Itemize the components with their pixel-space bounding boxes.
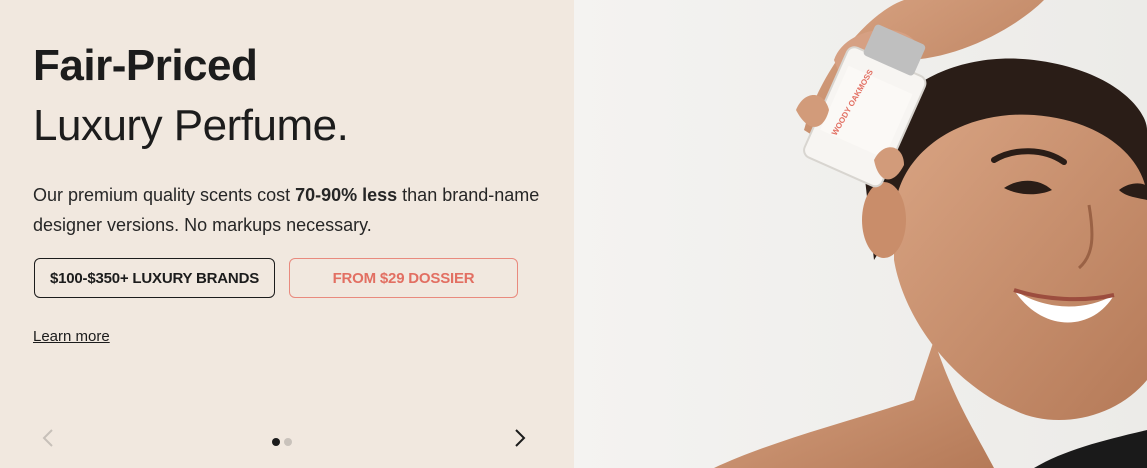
hero-banner: Fair-Priced Luxury Perfume. Our premium … [0, 0, 1147, 468]
hero-title-bold: Fair-Priced [33, 41, 258, 90]
hero-title-light: Luxury Perfume. [33, 101, 349, 150]
carousel-prev-button[interactable] [34, 424, 62, 452]
dossier-button[interactable]: FROM $29 DOSSIER [289, 258, 518, 298]
carousel-dots [272, 438, 292, 446]
model-with-perfume-image: WOODY OAKMOSS [574, 0, 1147, 468]
hero-photo: WOODY OAKMOSS [574, 0, 1147, 468]
chevron-left-icon [42, 429, 53, 447]
carousel-dot-1[interactable] [272, 438, 280, 446]
carousel-dot-2[interactable] [284, 438, 292, 446]
carousel-next-button[interactable] [506, 424, 534, 452]
learn-more-link[interactable]: Learn more [33, 328, 110, 345]
desc-highlight: 70-90% less [295, 185, 398, 205]
luxury-brands-button[interactable]: $100-$350+ LUXURY BRANDS [34, 258, 275, 298]
hero-text-panel: Fair-Priced Luxury Perfume. Our premium … [0, 0, 574, 468]
chevron-right-icon [515, 429, 526, 447]
desc-prefix: Our premium quality scents cost [33, 185, 296, 205]
hero-description: Our premium quality scents cost 70-90% l… [33, 180, 553, 240]
